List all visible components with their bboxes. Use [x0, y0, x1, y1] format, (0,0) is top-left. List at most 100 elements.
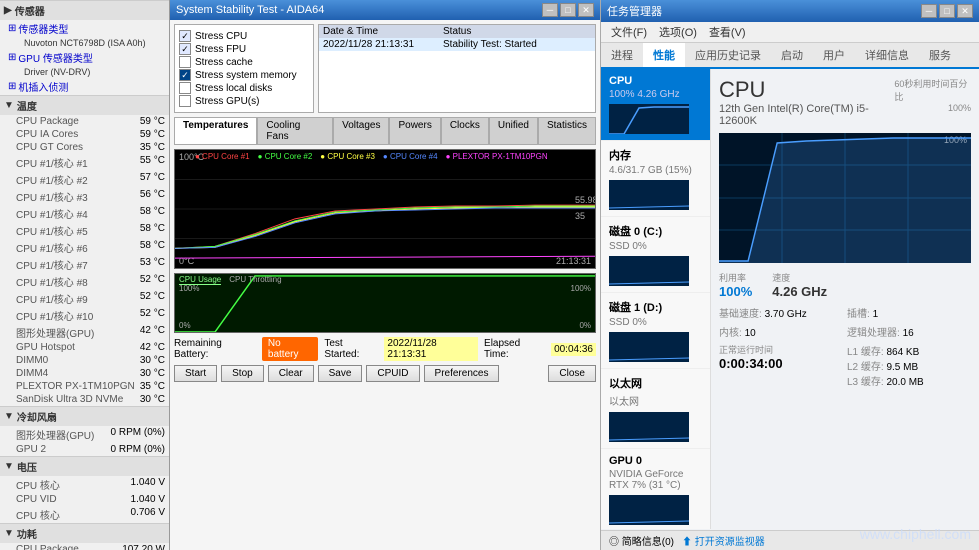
checkbox[interactable]: ✓: [179, 43, 191, 55]
tm-minimize[interactable]: ─: [921, 4, 937, 18]
stop-button[interactable]: Stop: [221, 365, 264, 382]
perf-sidebar-item-cpu[interactable]: CPU100% 4.26 GHz: [601, 69, 710, 141]
maximize-button[interactable]: □: [560, 3, 576, 17]
graph-tab[interactable]: Statistics: [538, 117, 596, 144]
power-item: CPU Package107.20 W: [0, 543, 169, 550]
minimize-button[interactable]: ─: [542, 3, 558, 17]
close-button[interactable]: ✕: [578, 3, 594, 17]
stress-row[interactable]: ✓Stress CPU: [179, 30, 309, 42]
temp-item: CPU #1/核心 #458 °C: [0, 205, 169, 222]
voltage-item: CPU 核心0.706 V: [0, 506, 169, 523]
clear-button[interactable]: Clear: [268, 365, 314, 382]
sensor-type-item[interactable]: ⊞ 传感器类型: [0, 20, 169, 37]
stress-row[interactable]: ✓Stress FPU: [179, 43, 309, 55]
perf-sidebar-item-disk0[interactable]: 磁盘 0 (C:)SSD 0%: [601, 217, 710, 293]
util-label: 利用率: [719, 271, 752, 284]
stability-test-window: System Stability Test - AIDA64 ─ □ ✕ ✓St…: [170, 0, 600, 550]
l3-item: L3 缓存: 20.0 MB: [847, 373, 971, 388]
power-section[interactable]: ▼ 功耗: [0, 523, 169, 543]
taskman-tabs[interactable]: 进程性能应用历史记录启动用户详细信息服务: [601, 43, 979, 69]
perf-title-big: CPU: [719, 77, 894, 103]
cpu-usage-tabs[interactable]: CPU Usage CPU Throttling: [179, 275, 282, 285]
status-table: Date & Time Status 2022/11/28 21:13:31 S…: [318, 24, 596, 113]
checkbox[interactable]: [179, 56, 191, 68]
graph-tab[interactable]: Powers: [389, 117, 440, 144]
sensor-section[interactable]: ▶ 传感器: [0, 0, 169, 20]
gpu-sensor-type-item[interactable]: ⊞ GPU 传感器类型: [0, 49, 169, 66]
checkbox[interactable]: [179, 82, 191, 94]
graph-tab[interactable]: Unified: [489, 117, 538, 144]
temp-item: CPU #1/核心 #753 °C: [0, 256, 169, 273]
tab-详细信息[interactable]: 详细信息: [855, 43, 919, 69]
checkbox[interactable]: ✓: [179, 30, 191, 42]
close-window-button[interactable]: Close: [548, 365, 596, 382]
window-controls[interactable]: ─ □ ✕: [542, 3, 594, 17]
graph-tabs[interactable]: TemperaturesCooling FansVoltagesPowersCl…: [174, 117, 596, 145]
options-menu[interactable]: 选项(O): [653, 23, 703, 41]
cpuid-button[interactable]: CPUID: [366, 365, 419, 382]
stress-row[interactable]: Stress GPU(s): [179, 95, 309, 107]
cpu-throttle-tab[interactable]: CPU Throttling: [229, 275, 281, 285]
stress-row[interactable]: Stress local disks: [179, 82, 309, 94]
tab-启动[interactable]: 启动: [771, 43, 813, 69]
test-started-value: 2022/11/28 21:13:31: [384, 337, 478, 361]
fan-items: 图形处理器(GPU)0 RPM (0%)GPU 20 RPM (0%): [0, 426, 169, 456]
temp-item: CPU IA Cores59 °C: [0, 128, 169, 141]
svg-text:55.98: 55.98: [575, 195, 595, 205]
preferences-button[interactable]: Preferences: [424, 365, 500, 382]
cores-item: 内核: 10: [719, 324, 843, 339]
temperature-graph: 100°C 0°C 21:13:31 55.98 35 ● CPU Core #…: [174, 149, 596, 269]
temp-item: CPU #1/核心 #952 °C: [0, 290, 169, 307]
elapsed-label: Elapsed Time:: [484, 338, 545, 360]
mini-graph-ethernet: [609, 412, 689, 442]
checkbox[interactable]: ✓: [179, 69, 191, 81]
watermark: www.chiphell.com: [860, 526, 971, 542]
tab-进程[interactable]: 进程: [601, 43, 643, 69]
graph-tab[interactable]: Voltages: [333, 117, 389, 144]
view-menu[interactable]: 查看(V): [703, 23, 752, 41]
taskman-controls[interactable]: ─ □ ✕: [921, 4, 973, 18]
file-menu[interactable]: 文件(F): [605, 23, 653, 41]
voltage-section[interactable]: ▼ 电压: [0, 456, 169, 476]
perf-sidebar[interactable]: CPU100% 4.26 GHz内存4.6/31.7 GB (15%)磁盘 0 …: [601, 69, 711, 529]
taskman-menubar[interactable]: 文件(F) 选项(O) 查看(V): [601, 22, 979, 43]
tree-icon3: ⊞: [8, 81, 16, 92]
temperature-section[interactable]: ▼ 温度: [0, 95, 169, 115]
perf-sidebar-item-ethernet[interactable]: 以太网以太网: [601, 369, 710, 449]
graph-tab[interactable]: Clocks: [441, 117, 489, 144]
tab-应用历史记录[interactable]: 应用历史记录: [685, 43, 771, 69]
perf-sidebar-item-gpu0[interactable]: GPU 0NVIDIA GeForce RTX 7% (31 °C): [601, 449, 710, 529]
stress-row[interactable]: Stress cache: [179, 56, 309, 68]
stability-titlebar: System Stability Test - AIDA64 ─ □ ✕: [170, 0, 600, 20]
cpu-usage-tab[interactable]: CPU Usage: [179, 275, 221, 285]
processors-label: 逻辑处理器:: [847, 328, 900, 339]
cpu-usage-graph: CPU Usage CPU Throttling 100% 0% 100% 0%: [174, 273, 596, 333]
perf-sidebar-item-disk1[interactable]: 磁盘 1 (D:)SSD 0%: [601, 293, 710, 369]
resource-monitor-link[interactable]: ⬆ 打开资源监视器: [682, 533, 765, 548]
mini-graph-disk1: [609, 332, 689, 362]
stress-row[interactable]: ✓Stress system memory: [179, 69, 309, 81]
checkbox[interactable]: [179, 95, 191, 107]
perf-layout: CPU100% 4.26 GHz内存4.6/31.7 GB (15%)磁盘 0 …: [601, 69, 979, 529]
tm-maximize[interactable]: □: [939, 4, 955, 18]
action-buttons[interactable]: Start Stop Clear Save CPUID Preferences …: [174, 365, 596, 382]
graph-tab[interactable]: Temperatures: [174, 117, 257, 144]
fan-section[interactable]: ▼ 冷却风扇: [0, 406, 169, 426]
tab-用户[interactable]: 用户: [813, 43, 855, 69]
l3-label: L3 缓存:: [847, 377, 884, 388]
temp-item: SanDisk Ultra 3D NVMe30 °C: [0, 393, 169, 406]
slot-detect-item[interactable]: ⊞ 机插入侦测: [0, 78, 169, 95]
l1-val: 864 KB: [886, 347, 919, 358]
cores-label: 内核:: [719, 328, 742, 339]
bottom-info-bar: Remaining Battery: No battery Test Start…: [174, 337, 596, 361]
base-speed-label: 基础速度:: [719, 309, 762, 320]
save-button[interactable]: Save: [318, 365, 363, 382]
voltage-icon: ▼: [4, 461, 14, 472]
tab-性能[interactable]: 性能: [643, 43, 685, 69]
start-button[interactable]: Start: [174, 365, 217, 382]
tm-close[interactable]: ✕: [957, 4, 973, 18]
sockets-item: 插槽: 1: [847, 305, 971, 320]
perf-sidebar-item-memory[interactable]: 内存4.6/31.7 GB (15%): [601, 141, 710, 217]
graph-tab[interactable]: Cooling Fans: [257, 117, 333, 144]
tab-服务[interactable]: 服务: [919, 43, 961, 69]
